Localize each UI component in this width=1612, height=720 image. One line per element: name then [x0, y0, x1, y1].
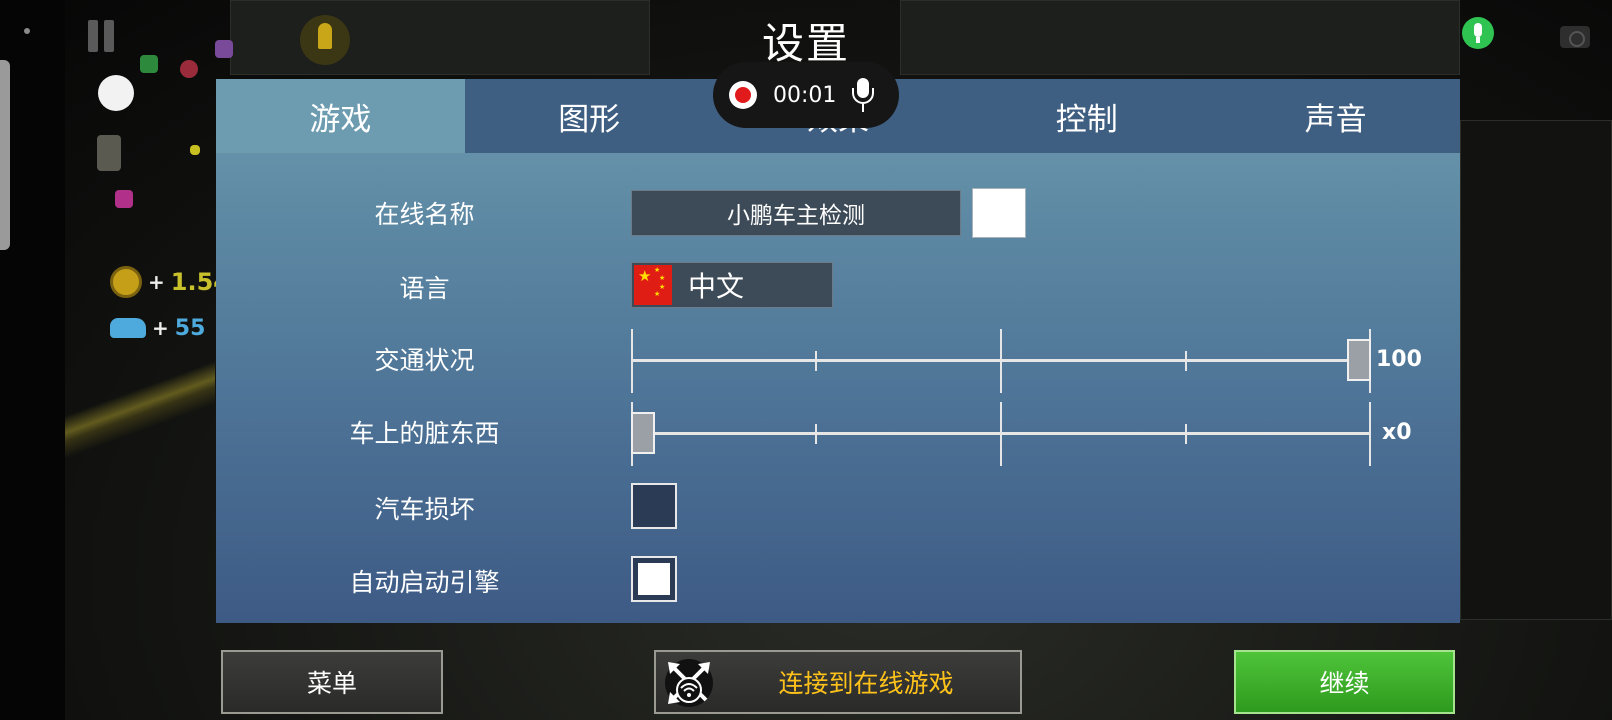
settings-panel: 游戏 图形 效果 控制 声音 在线名称 小鹏车主检测 语言 ★ ★ ★ ★ ★ …	[216, 79, 1460, 623]
language-row: 语言 ★ ★ ★ ★ ★ 中文	[216, 262, 1460, 312]
slider-tick	[815, 351, 817, 371]
plus-icon: +	[152, 316, 169, 340]
background-building	[1460, 120, 1612, 620]
cars-counter: + 55	[110, 313, 205, 343]
slider-tick	[631, 329, 633, 393]
traffic-slider[interactable]	[631, 329, 1371, 393]
traffic-slider-handle[interactable]	[1347, 339, 1371, 381]
minimap-poi-icon	[97, 135, 121, 171]
coins-counter: + 1.54	[110, 264, 230, 300]
minimap-poi-icon	[190, 145, 200, 155]
name-color-swatch[interactable]	[972, 188, 1026, 238]
tab-graphics[interactable]: 图形	[465, 79, 714, 153]
screen-recording-indicator[interactable]: 00:01	[713, 62, 899, 128]
traffic-value: 100	[1376, 346, 1422, 372]
microphone-icon[interactable]	[852, 78, 875, 112]
car-damage-checkbox[interactable]	[631, 483, 677, 529]
dirt-label: 车上的脏东西	[349, 419, 500, 448]
language-value: 中文	[688, 270, 745, 303]
dirt-row: 车上的脏东西 x0	[216, 402, 1460, 466]
connect-online-button[interactable]: 连接到在线游戏	[654, 650, 1022, 714]
side-handle[interactable]	[0, 60, 10, 250]
online-name-row: 在线名称 小鹏车主检测	[216, 188, 1460, 238]
tab-sound[interactable]: 声音	[1211, 79, 1460, 153]
auto-start-checkbox[interactable]	[631, 556, 677, 602]
online-name-label: 在线名称	[374, 200, 475, 229]
language-selector[interactable]: ★ ★ ★ ★ ★ 中文	[631, 262, 833, 308]
tab-controls[interactable]: 控制	[962, 79, 1211, 153]
auto-start-row: 自动启动引擎	[216, 556, 1460, 606]
connect-online-label: 连接到在线游戏	[778, 669, 954, 698]
slider-tick	[1000, 329, 1002, 393]
traffic-row: 交通状况 100	[216, 329, 1460, 393]
language-label: 语言	[399, 274, 450, 303]
online-name-input[interactable]: 小鹏车主检测	[631, 190, 961, 236]
minimap-poi-icon	[115, 190, 133, 208]
slider-tick	[1185, 424, 1187, 444]
dirt-slider[interactable]	[631, 402, 1371, 466]
coin-icon	[110, 266, 142, 298]
car-damage-label: 汽车损坏	[374, 495, 475, 524]
china-flag-icon: ★ ★ ★ ★ ★	[634, 265, 672, 305]
slider-tick	[1185, 351, 1187, 371]
tab-game[interactable]: 游戏	[216, 79, 465, 153]
record-icon[interactable]	[729, 81, 757, 109]
slider-tick	[1000, 402, 1002, 466]
plus-icon: +	[148, 270, 165, 294]
cars-value: 55	[174, 315, 206, 341]
road-marking	[65, 330, 215, 490]
dirt-value: x0	[1382, 419, 1412, 445]
online-network-icon	[665, 659, 713, 707]
car-icon	[110, 318, 146, 338]
auto-start-label: 自动启动引擎	[349, 568, 500, 597]
dirt-slider-handle[interactable]	[631, 412, 655, 454]
player-marker	[98, 75, 134, 111]
car-damage-row: 汽车损坏	[216, 483, 1460, 533]
slider-tick	[815, 424, 817, 444]
continue-button[interactable]: 继续	[1234, 650, 1455, 714]
recording-time: 00:01	[773, 82, 837, 108]
slider-tick	[1369, 402, 1371, 466]
menu-button[interactable]: 菜单	[221, 650, 443, 714]
traffic-label: 交通状况	[374, 346, 475, 375]
